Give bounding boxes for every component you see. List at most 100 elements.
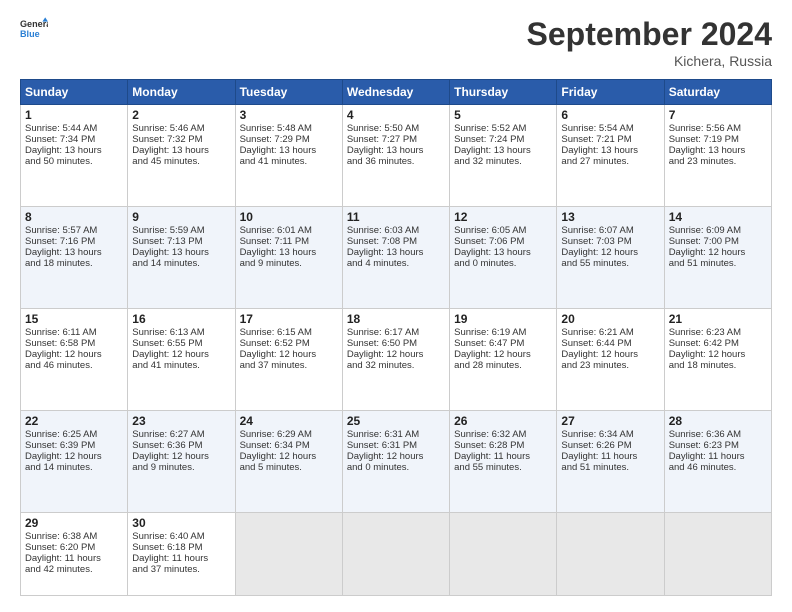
day-info: Sunset: 6:34 PM (240, 440, 338, 451)
day-info: Daylight: 12 hours (347, 349, 445, 360)
day-info: and 46 minutes. (669, 462, 767, 473)
calendar-table: Sunday Monday Tuesday Wednesday Thursday… (20, 79, 772, 596)
table-row: 28Sunrise: 6:36 AMSunset: 6:23 PMDayligh… (664, 410, 771, 512)
title-block: September 2024 Kichera, Russia (527, 16, 772, 69)
day-info: Sunrise: 6:05 AM (454, 225, 552, 236)
table-row: 4Sunrise: 5:50 AMSunset: 7:27 PMDaylight… (342, 105, 449, 207)
day-info: Sunrise: 6:19 AM (454, 327, 552, 338)
day-info: Sunrise: 6:31 AM (347, 429, 445, 440)
col-sunday: Sunday (21, 80, 128, 105)
day-info: and 5 minutes. (240, 462, 338, 473)
table-row (557, 512, 664, 595)
table-row: 3Sunrise: 5:48 AMSunset: 7:29 PMDaylight… (235, 105, 342, 207)
day-info: Sunrise: 6:32 AM (454, 429, 552, 440)
table-row: 17Sunrise: 6:15 AMSunset: 6:52 PMDayligh… (235, 308, 342, 410)
day-info: and 4 minutes. (347, 258, 445, 269)
day-number: 26 (454, 414, 552, 428)
table-row: 2Sunrise: 5:46 AMSunset: 7:32 PMDaylight… (128, 105, 235, 207)
day-info: Daylight: 13 hours (454, 247, 552, 258)
day-info: and 55 minutes. (561, 258, 659, 269)
day-info: and 28 minutes. (454, 360, 552, 371)
table-row: 22Sunrise: 6:25 AMSunset: 6:39 PMDayligh… (21, 410, 128, 512)
day-info: Sunset: 7:06 PM (454, 236, 552, 247)
day-info: Sunrise: 6:13 AM (132, 327, 230, 338)
table-row: 12Sunrise: 6:05 AMSunset: 7:06 PMDayligh… (450, 206, 557, 308)
page: General Blue September 2024 Kichera, Rus… (0, 0, 792, 612)
day-info: Sunset: 6:23 PM (669, 440, 767, 451)
table-row: 5Sunrise: 5:52 AMSunset: 7:24 PMDaylight… (450, 105, 557, 207)
day-info: and 27 minutes. (561, 156, 659, 167)
day-info: Sunset: 6:52 PM (240, 338, 338, 349)
svg-text:Blue: Blue (20, 29, 40, 39)
day-info: Sunset: 6:18 PM (132, 542, 230, 553)
day-info: and 9 minutes. (240, 258, 338, 269)
day-info: Sunset: 6:36 PM (132, 440, 230, 451)
day-info: Sunset: 6:39 PM (25, 440, 123, 451)
day-info: and 51 minutes. (669, 258, 767, 269)
day-info: Sunset: 6:28 PM (454, 440, 552, 451)
day-info: and 9 minutes. (132, 462, 230, 473)
day-info: Sunrise: 5:56 AM (669, 123, 767, 134)
table-row (342, 512, 449, 595)
day-info: and 42 minutes. (25, 564, 123, 575)
day-info: Sunset: 6:31 PM (347, 440, 445, 451)
day-info: Sunset: 7:13 PM (132, 236, 230, 247)
day-info: Daylight: 12 hours (240, 451, 338, 462)
day-info: Sunset: 7:03 PM (561, 236, 659, 247)
day-number: 27 (561, 414, 659, 428)
table-row: 9Sunrise: 5:59 AMSunset: 7:13 PMDaylight… (128, 206, 235, 308)
day-info: Daylight: 13 hours (132, 145, 230, 156)
day-info: Daylight: 12 hours (347, 451, 445, 462)
day-number: 2 (132, 108, 230, 122)
logo-icon: General Blue (20, 16, 48, 44)
day-info: and 14 minutes. (25, 462, 123, 473)
day-info: Daylight: 11 hours (669, 451, 767, 462)
day-info: Sunrise: 6:03 AM (347, 225, 445, 236)
day-info: Sunset: 7:16 PM (25, 236, 123, 247)
day-info: Daylight: 12 hours (669, 247, 767, 258)
day-info: Sunset: 7:11 PM (240, 236, 338, 247)
day-number: 22 (25, 414, 123, 428)
day-number: 24 (240, 414, 338, 428)
table-row: 8Sunrise: 5:57 AMSunset: 7:16 PMDaylight… (21, 206, 128, 308)
day-number: 14 (669, 210, 767, 224)
day-info: Sunset: 6:42 PM (669, 338, 767, 349)
day-info: Sunset: 7:19 PM (669, 134, 767, 145)
day-info: and 37 minutes. (240, 360, 338, 371)
day-number: 6 (561, 108, 659, 122)
day-info: Sunset: 7:32 PM (132, 134, 230, 145)
day-info: Daylight: 12 hours (25, 451, 123, 462)
day-number: 16 (132, 312, 230, 326)
col-tuesday: Tuesday (235, 80, 342, 105)
table-row: 13Sunrise: 6:07 AMSunset: 7:03 PMDayligh… (557, 206, 664, 308)
day-info: Sunrise: 6:40 AM (132, 531, 230, 542)
day-info: Sunrise: 6:34 AM (561, 429, 659, 440)
day-info: Sunset: 7:27 PM (347, 134, 445, 145)
day-info: Daylight: 12 hours (454, 349, 552, 360)
day-info: Sunset: 7:21 PM (561, 134, 659, 145)
day-info: Sunrise: 5:54 AM (561, 123, 659, 134)
day-info: Daylight: 12 hours (240, 349, 338, 360)
table-row: 27Sunrise: 6:34 AMSunset: 6:26 PMDayligh… (557, 410, 664, 512)
calendar-header-row: Sunday Monday Tuesday Wednesday Thursday… (21, 80, 772, 105)
day-info: and 18 minutes. (669, 360, 767, 371)
day-number: 28 (669, 414, 767, 428)
day-info: Sunrise: 6:17 AM (347, 327, 445, 338)
table-row: 11Sunrise: 6:03 AMSunset: 7:08 PMDayligh… (342, 206, 449, 308)
day-info: Sunrise: 5:50 AM (347, 123, 445, 134)
day-number: 10 (240, 210, 338, 224)
day-info: Sunrise: 6:38 AM (25, 531, 123, 542)
day-number: 12 (454, 210, 552, 224)
day-number: 21 (669, 312, 767, 326)
col-monday: Monday (128, 80, 235, 105)
day-info: Daylight: 12 hours (561, 349, 659, 360)
table-row (235, 512, 342, 595)
day-info: and 32 minutes. (454, 156, 552, 167)
day-info: Sunset: 7:00 PM (669, 236, 767, 247)
day-info: Sunrise: 5:46 AM (132, 123, 230, 134)
day-info: Daylight: 13 hours (561, 145, 659, 156)
table-row: 6Sunrise: 5:54 AMSunset: 7:21 PMDaylight… (557, 105, 664, 207)
day-info: Daylight: 11 hours (561, 451, 659, 462)
day-number: 25 (347, 414, 445, 428)
table-row: 7Sunrise: 5:56 AMSunset: 7:19 PMDaylight… (664, 105, 771, 207)
